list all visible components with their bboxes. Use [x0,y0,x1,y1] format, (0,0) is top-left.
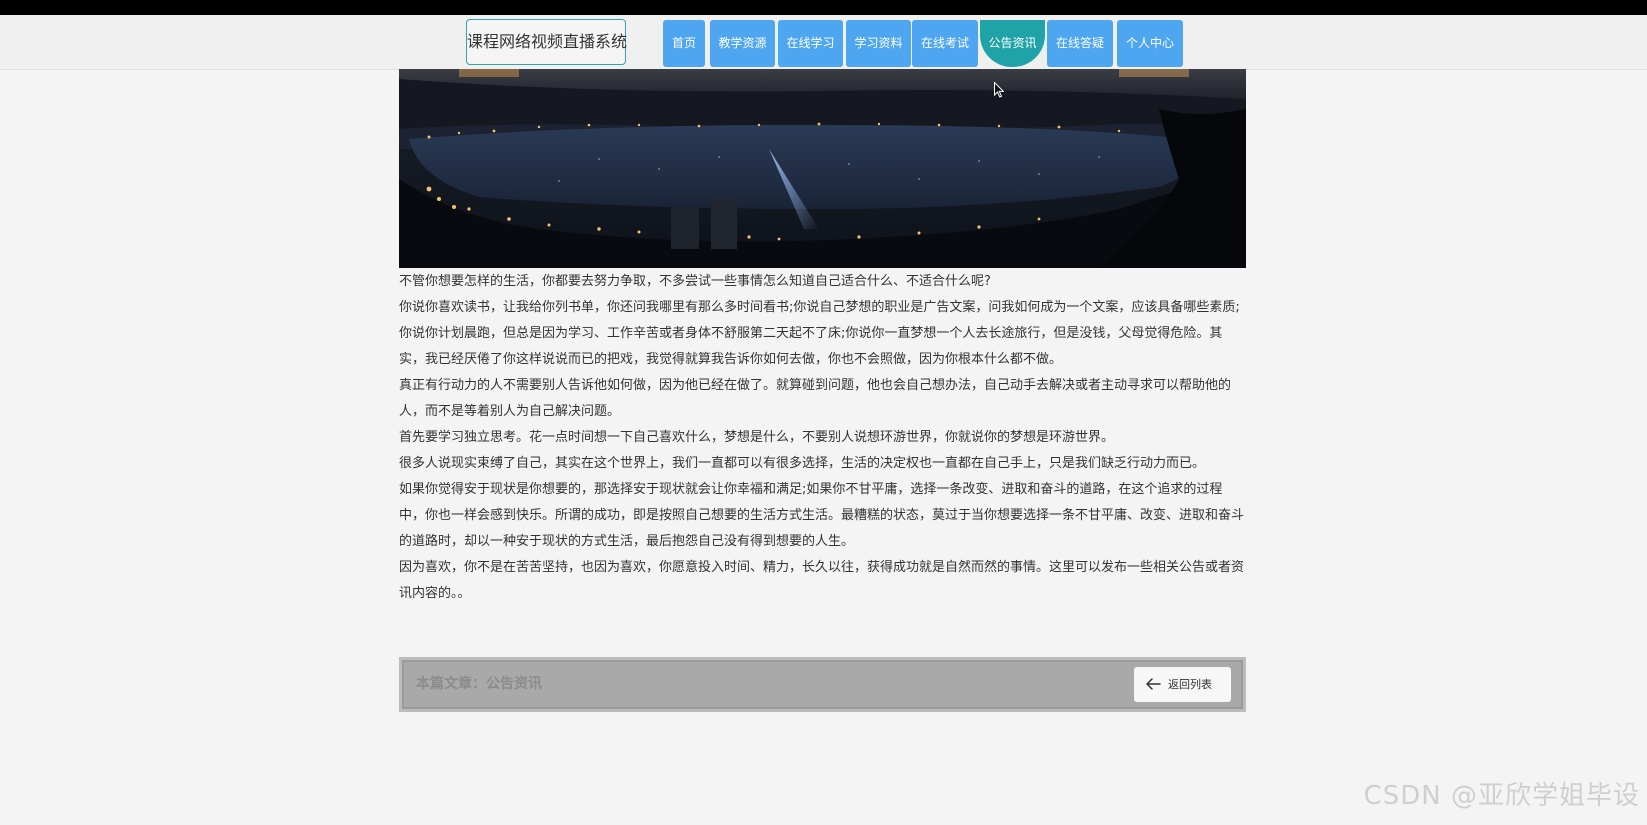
article-paragraph: 首先要学习独立思考。花一点时间想一下自己喜欢什么，梦想是什么，不要别人说想环游世… [399,430,1115,445]
back-to-list-label: 返回列表 [1168,678,1212,691]
article-paragraph: 真正有行动力的人不需要别人告诉他如何做，因为他已经在做了。就算碰到问题，他也会自… [399,378,1232,419]
top-black-strip [0,0,1647,15]
article-paragraph: 你说你喜欢读书，让我给你列书单，你还问我哪里有那么多时间看书;你说自己梦想的职业… [399,300,1240,367]
article-footer-bar: 本篇文章：公告资讯 返回列表 [399,657,1246,712]
article-paragraph: 很多人说现实束缚了自己，其实在这个世界上，我们一直都可以有很多选择，生活的决定权… [399,456,1206,471]
nav-home[interactable]: 首页 [663,20,705,67]
nav-study-materials[interactable]: 学习资料 [846,20,911,67]
csdn-watermark: CSDN @亚欣学姐毕设 [1363,781,1640,811]
nav-announcements[interactable]: 公告资讯 [980,20,1045,67]
back-to-list-button[interactable]: 返回列表 [1134,667,1231,702]
article-category-label: 本篇文章：公告资讯 [416,676,542,692]
nav-teaching-resources[interactable]: 教学资源 [710,20,775,67]
nav-online-qa[interactable]: 在线答疑 [1047,20,1113,67]
nav-personal-center[interactable]: 个人中心 [1117,20,1183,67]
article-paragraph: 不管你想要怎样的生活，你都要去努力争取，不多尝试一些事情怎么知道自己适合什么、不… [399,274,991,289]
article-paragraph: 如果你觉得安于现状是你想要的，那选择安于现状就会让你幸福和满足;如果你不甘平庸，… [399,482,1245,549]
site-title[interactable]: 课程网络视频直播系统 [466,19,627,65]
arrow-left-icon [1146,678,1161,690]
article-paragraph: 因为喜欢，你不是在苦苦坚持，也因为喜欢，你愿意投入时间、精力，长久以往，获得成功… [399,560,1245,601]
mouse-cursor-icon [994,82,1004,98]
header-navbar: 课程网络视频直播系统 首页 教学资源 在线学习 学习资料 在线考试 公告资讯 在… [0,15,1647,70]
nav-online-exam[interactable]: 在线考试 [912,20,978,67]
article-body: 不管你想要怎样的生活，你都要去努力争取，不多尝试一些事情怎么知道自己适合什么、不… [399,269,1246,607]
nav-online-learning[interactable]: 在线学习 [778,20,843,67]
banner-image [399,69,1246,268]
